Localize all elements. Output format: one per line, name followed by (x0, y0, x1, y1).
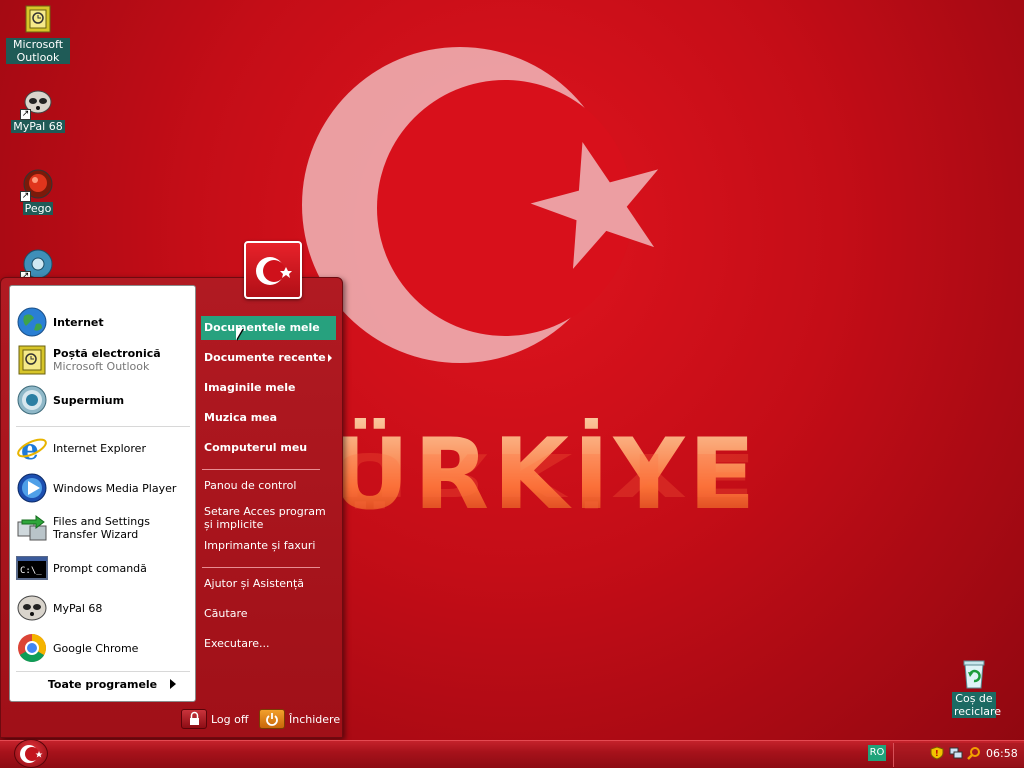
places-my-computer[interactable]: Computerul meu (201, 436, 336, 460)
menu-item-label: Internet Explorer (53, 441, 146, 455)
security-shield-icon[interactable]: ! (930, 746, 944, 760)
start-menu-programs-pane: Internet Poștă electronică Microsoft Out… (9, 285, 196, 702)
wallpaper-text-reflection: ÜRKİYE (330, 439, 760, 508)
recent-mypal[interactable]: MyPal 68 (16, 592, 192, 624)
mouse-cursor-icon (236, 328, 243, 340)
desktop-icon-outlook[interactable]: Microsoft Outlook (6, 4, 70, 64)
log-off-button[interactable]: Log off (181, 709, 248, 729)
places-my-documents[interactable]: Documentele mele (201, 316, 336, 340)
shortcut-arrow-icon: ↗ (20, 191, 31, 202)
arrow-right-icon (170, 679, 176, 689)
start-menu: Internet Poștă electronică Microsoft Out… (0, 277, 343, 738)
recent-command-prompt[interactable]: C:\_ Prompt comandă (16, 552, 192, 584)
menu-item-label: Documente recente (204, 351, 326, 364)
svg-text:!: ! (935, 749, 939, 758)
desktop-icon-label: MyPal 68 (11, 120, 65, 133)
recycle-bin-icon (958, 658, 990, 690)
desktop-icon-label: Microsoft Outlook (6, 38, 70, 64)
menu-item-label: Supermium (53, 393, 125, 407)
menu-item-label: MyPal 68 (53, 601, 103, 615)
menu-item-label: Poștă electronică (53, 347, 161, 360)
menu-separator (202, 567, 320, 568)
places-my-music[interactable]: Muzica mea (201, 406, 336, 430)
menu-separator (16, 671, 190, 672)
ie-icon: e (16, 432, 48, 466)
supermium-icon (16, 384, 48, 416)
outlook-icon (16, 344, 48, 376)
menu-separator (202, 469, 320, 470)
places-set-program-access[interactable]: Setare Acces program și implicite (201, 504, 336, 532)
desktop-icon-label: Coș de reciclare (952, 692, 1002, 718)
search-icon[interactable] (967, 746, 981, 760)
menu-separator (16, 426, 190, 427)
menu-item-label: Prompt comandă (53, 561, 147, 575)
places-printers-faxes[interactable]: Imprimante și faxuri (201, 534, 336, 558)
places-search[interactable]: Căutare (201, 602, 336, 626)
pinned-supermium[interactable]: Supermium (16, 384, 192, 416)
pego-icon: ↗ (20, 168, 54, 202)
menu-item-label: Files and Settings Transfer Wizard (53, 515, 150, 541)
places-help-support[interactable]: Ajutor și Asistență (201, 572, 336, 596)
globe-icon (16, 306, 48, 338)
start-button[interactable] (14, 739, 48, 768)
mypal-icon: ↗ (20, 86, 54, 120)
recent-windows-media-player[interactable]: Windows Media Player (16, 472, 192, 504)
crescent-star-icon (20, 745, 43, 763)
desktop-icon-recycle-bin[interactable]: Coș de reciclare (942, 658, 1006, 718)
shutdown-button[interactable]: Închidere (259, 709, 340, 729)
menu-item-label: Windows Media Player (53, 481, 177, 495)
pinned-internet[interactable]: Internet (16, 306, 192, 338)
places-control-panel[interactable]: Panou de control (201, 474, 336, 498)
user-account-picture[interactable] (244, 241, 302, 299)
places-run[interactable]: Executare... (201, 632, 336, 656)
arrow-right-icon (328, 354, 332, 362)
recent-internet-explorer[interactable]: e Internet Explorer (16, 432, 192, 466)
mypal-icon (16, 592, 48, 624)
outlook-icon (22, 4, 54, 36)
transfer-wizard-icon (16, 512, 48, 544)
places-recent-documents[interactable]: Documente recente (201, 346, 336, 370)
menu-item-label: Internet (53, 315, 104, 329)
desktop-icon-mypal[interactable]: ↗ MyPal 68 (6, 86, 70, 133)
all-programs-button[interactable]: Toate programele (10, 678, 195, 691)
log-off-label: Log off (211, 712, 249, 726)
svg-text:e: e (21, 433, 39, 464)
chrome-icon (16, 632, 48, 664)
cmd-icon: C:\_ (16, 552, 48, 584)
all-programs-label: Toate programele (47, 678, 158, 691)
desktop-icon-label: Pego (22, 202, 54, 215)
recent-transfer-wizard[interactable]: Files and Settings Transfer Wizard (16, 512, 192, 544)
supermium-icon: ↗ (20, 248, 54, 282)
menu-item-label: Google Chrome (53, 641, 139, 655)
desktop-icon-pego[interactable]: ↗ Pego (6, 168, 70, 215)
shutdown-label: Închidere (289, 712, 341, 726)
shortcut-arrow-icon: ↗ (20, 109, 31, 120)
menu-item-sublabel: Microsoft Outlook (53, 360, 150, 373)
svg-text:C:\_: C:\_ (20, 566, 42, 576)
lock-icon (181, 709, 207, 729)
language-indicator[interactable]: RO (868, 745, 886, 761)
pinned-email[interactable]: Poștă electronică Microsoft Outlook (16, 344, 192, 376)
wmp-icon (16, 472, 48, 504)
places-my-pictures[interactable]: Imaginile mele (201, 376, 336, 400)
recent-google-chrome[interactable]: Google Chrome (16, 632, 192, 664)
taskbar-clock[interactable]: 06:58 (986, 747, 1018, 760)
power-icon (259, 709, 285, 729)
network-icon[interactable] (949, 746, 963, 760)
